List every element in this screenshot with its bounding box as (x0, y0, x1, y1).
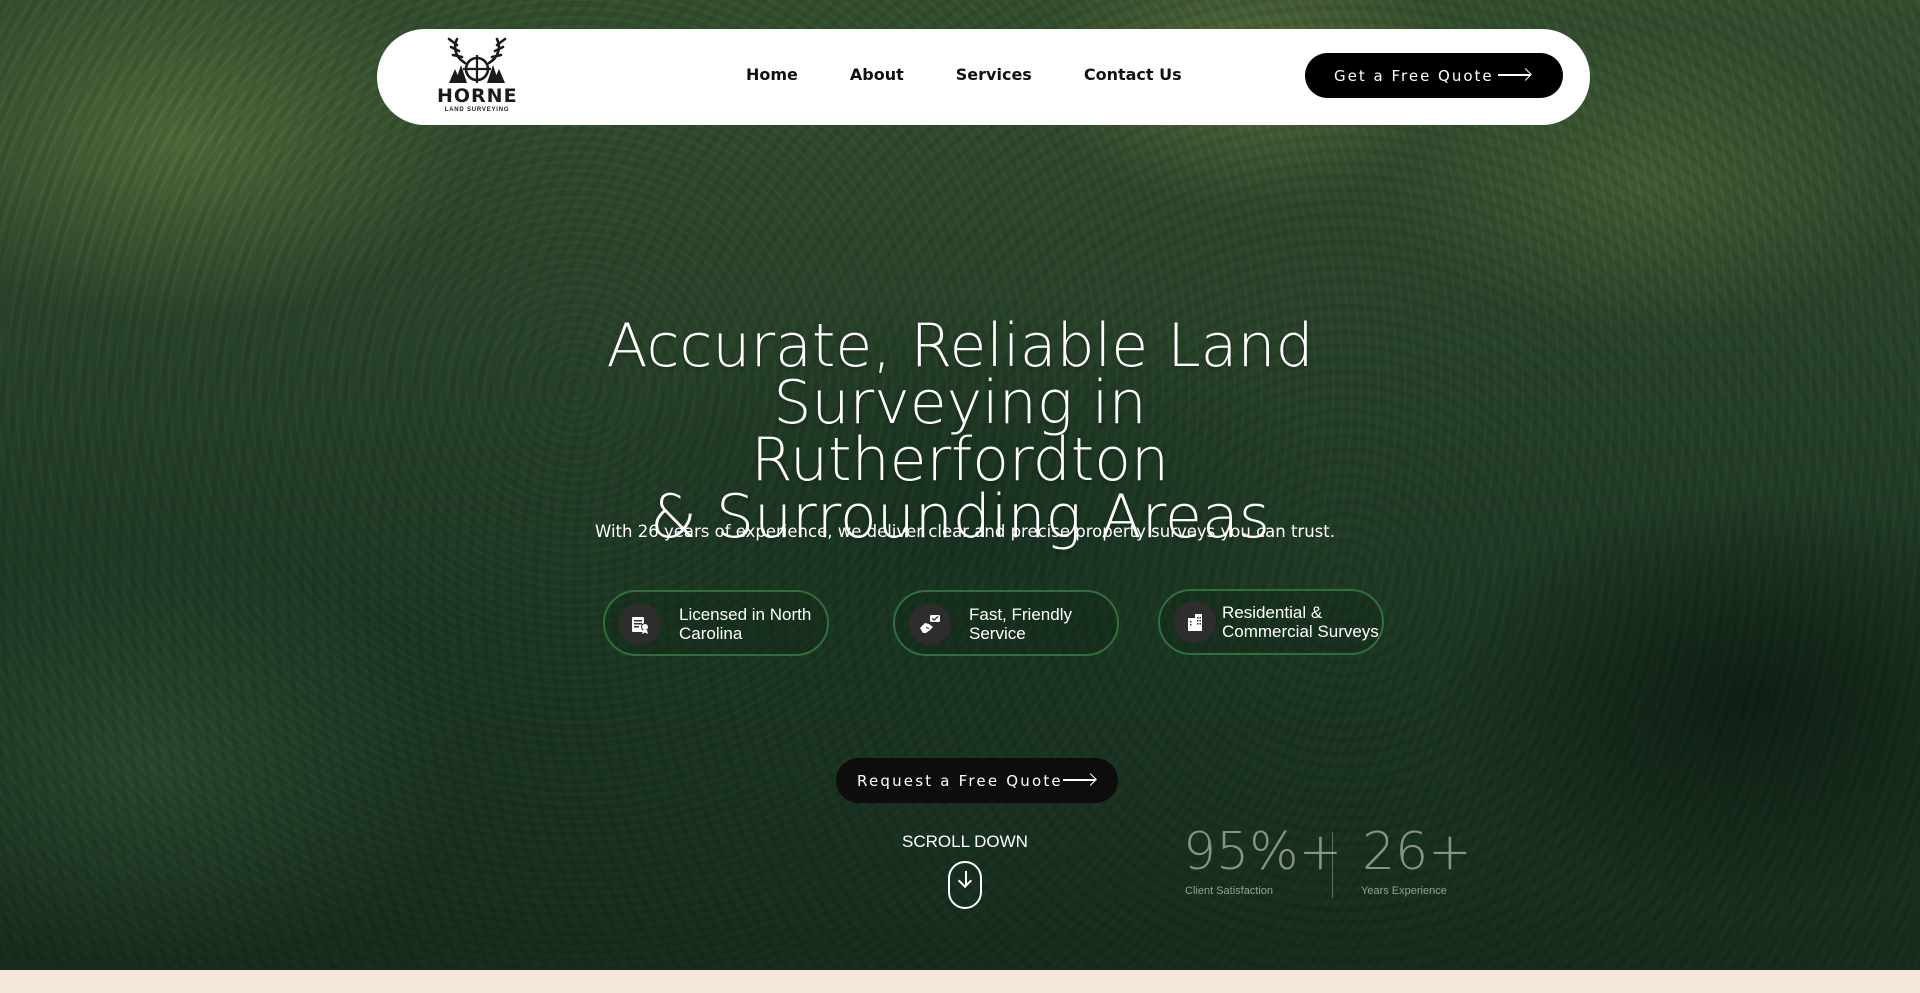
antler-compass-logo-icon (447, 37, 507, 83)
feature-pill-service[interactable]: Fast, Friendly Service (893, 590, 1119, 656)
get-free-quote-button[interactable]: Get a Free Quote (1305, 53, 1563, 98)
logo-subtitle: LAND SURVEYING (444, 107, 510, 113)
license-icon (619, 603, 661, 645)
request-free-quote-button[interactable]: Request a Free Quote (836, 758, 1118, 803)
feature-label-licensed: Licensed in North Carolina (679, 605, 812, 643)
feature-label-surveys: Residential & Commercial Surveys (1222, 603, 1379, 641)
feature-label-service: Fast, Friendly Service (969, 605, 1072, 643)
nav-link-contact[interactable]: Contact Us (1084, 65, 1182, 84)
next-section-edge (0, 970, 1920, 993)
hero-subline: With 26 years of experience, we deliver … (595, 522, 1335, 541)
nav-link-home[interactable]: Home (746, 65, 798, 84)
nav-links: Home About Services Contact Us (746, 65, 1234, 84)
feature-pill-surveys[interactable]: Residential & Commercial Surveys (1158, 589, 1384, 655)
feature-pill-licensed[interactable]: Licensed in North Carolina (603, 590, 829, 656)
nav-link-services[interactable]: Services (956, 65, 1032, 84)
get-free-quote-label: Get a Free Quote (1334, 66, 1494, 85)
scroll-down-mouse-icon[interactable] (948, 861, 982, 909)
logo[interactable]: HORNE LAND SURVEYING (437, 35, 517, 117)
stat-divider (1332, 832, 1333, 898)
nav-link-about[interactable]: About (850, 65, 904, 84)
logo-name: HORNE (437, 85, 518, 107)
stat-label-satisfaction: Client Satisfaction (1185, 885, 1274, 897)
stat-label-years: Years Experience (1361, 885, 1447, 897)
handshake-icon (909, 603, 951, 645)
hero-headline: Accurate, Reliable Land Surveying in Rut… (560, 311, 1360, 547)
stat-value-satisfaction: 95%+ (1183, 822, 1343, 882)
navbar: HORNE LAND SURVEYING Home About Services… (377, 29, 1590, 125)
hero-section: HORNE LAND SURVEYING Home About Services… (0, 0, 1920, 970)
headline-line-1: Accurate, Reliable Land (606, 311, 1314, 381)
headline-line-2: Surveying in Rutherfordton (751, 368, 1169, 495)
building-icon (1174, 601, 1216, 643)
scroll-down-label: SCROLL DOWN (902, 832, 1028, 851)
stat-value-years: 26+ (1362, 822, 1472, 882)
request-free-quote-label: Request a Free Quote (857, 771, 1063, 790)
